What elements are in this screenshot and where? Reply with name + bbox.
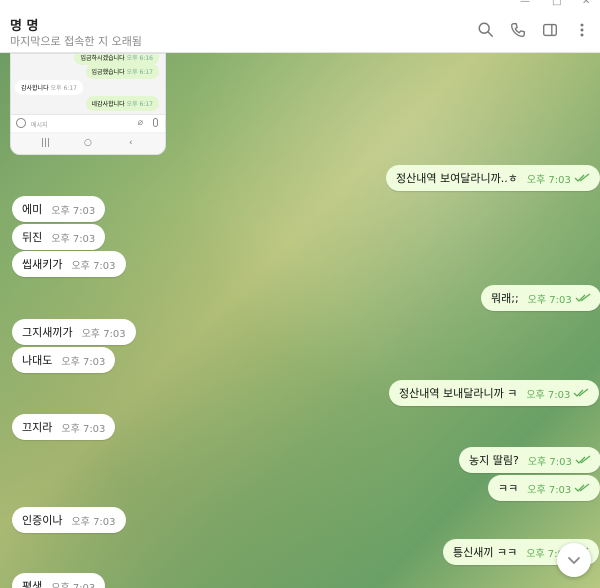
recents-icon: ||| bbox=[41, 138, 51, 148]
read-ticks-icon bbox=[574, 483, 590, 492]
home-icon: ○ bbox=[84, 138, 92, 148]
message-time: 오후 7:03 bbox=[71, 260, 116, 272]
outgoing-message[interactable]: 정산내역 보여달라니까..ㅎ 오후 7:03 bbox=[386, 165, 600, 191]
back-icon: ‹ bbox=[129, 138, 133, 148]
preview-nav-bar: ||| ○ ‹ bbox=[11, 134, 165, 154]
chat-area[interactable]: 입금하시겠습니다 오후 6:16 입금했습니다 오후 6:17 감사합니다 오후… bbox=[0, 53, 600, 588]
outgoing-message[interactable]: 뭐래;; 오후 7:03 bbox=[481, 285, 600, 311]
read-ticks-icon bbox=[575, 293, 591, 302]
incoming-message[interactable]: 씹새키가 오후 7:03 bbox=[12, 251, 126, 277]
sidebar-toggle-icon[interactable] bbox=[540, 20, 560, 40]
close-icon[interactable]: ✕ bbox=[582, 0, 590, 7]
maximize-icon[interactable]: □ bbox=[552, 0, 561, 7]
phone-icon[interactable] bbox=[508, 20, 528, 40]
incoming-message[interactable]: 뒤진 오후 7:03 bbox=[12, 224, 106, 250]
incoming-message[interactable]: 평생 오후 7:03 bbox=[12, 573, 106, 588]
outgoing-message[interactable]: 농지 딸림? 오후 7:03 bbox=[459, 447, 600, 473]
emoji-icon bbox=[16, 118, 26, 128]
scroll-to-bottom-button[interactable] bbox=[557, 543, 591, 577]
incoming-message[interactable]: 끄지라 오후 7:03 bbox=[12, 414, 116, 440]
attach-icon: ⌀ bbox=[137, 118, 143, 128]
message-time: 오후 7:03 bbox=[61, 423, 106, 435]
incoming-message[interactable]: 인증이나 오후 7:03 bbox=[12, 507, 126, 533]
preview-message: 입금했습니다 오후 6:17 bbox=[85, 64, 159, 79]
contact-name[interactable]: 명 명 bbox=[10, 15, 38, 34]
read-ticks-icon bbox=[575, 455, 591, 464]
minimize-icon[interactable]: — bbox=[520, 0, 530, 7]
chevron-down-icon bbox=[568, 557, 580, 564]
message-time: 오후 7:03 bbox=[527, 456, 572, 468]
outgoing-message[interactable]: ㅋㅋ 오후 7:03 bbox=[488, 475, 600, 501]
message-time: 오후 7:03 bbox=[526, 389, 571, 401]
more-vertical-icon[interactable] bbox=[572, 20, 592, 40]
message-time: 오후 7:03 bbox=[527, 294, 572, 306]
search-icon[interactable] bbox=[476, 20, 496, 40]
preview-input-placeholder: 메시지 bbox=[31, 122, 48, 129]
message-time: 오후 7:03 bbox=[527, 484, 572, 496]
message-time: 오후 7:03 bbox=[51, 233, 96, 245]
read-ticks-icon bbox=[574, 173, 590, 182]
message-time: 오후 7:03 bbox=[51, 205, 96, 217]
incoming-message[interactable]: 나대도 오후 7:03 bbox=[12, 347, 116, 373]
preview-message: 네감사합니다 오후 6:17 bbox=[85, 96, 159, 111]
window-titlebar: — □ ✕ bbox=[0, 0, 600, 10]
preview-message: 감사합니다 오후 6:17 bbox=[15, 80, 83, 95]
read-ticks-icon bbox=[573, 388, 589, 397]
incoming-message[interactable]: 그지새끼가 오후 7:03 bbox=[12, 319, 136, 345]
screenshot-image-message[interactable]: 입금하시겠습니다 오후 6:16 입금했습니다 오후 6:17 감사합니다 오후… bbox=[10, 53, 166, 155]
message-time: 오후 7:03 bbox=[81, 328, 126, 340]
header-actions bbox=[476, 20, 592, 40]
incoming-message[interactable]: 에미 오후 7:03 bbox=[12, 196, 106, 222]
outgoing-message[interactable]: 정산내역 보내달라니까 ㅋ 오후 7:03 bbox=[389, 380, 600, 406]
chat-header: 명 명 마지막으로 접속한 지 오래됨 bbox=[0, 10, 600, 53]
message-time: 오후 7:03 bbox=[71, 516, 116, 528]
message-time: 오후 7:03 bbox=[61, 356, 106, 368]
message-time: 오후 7:03 bbox=[526, 174, 571, 186]
message-time: 오후 7:03 bbox=[51, 582, 96, 588]
preview-input-bar: 메시지 ⌀ bbox=[11, 114, 165, 132]
contact-status: 마지막으로 접속한 지 오래됨 bbox=[10, 35, 142, 48]
microphone-icon bbox=[153, 118, 158, 127]
